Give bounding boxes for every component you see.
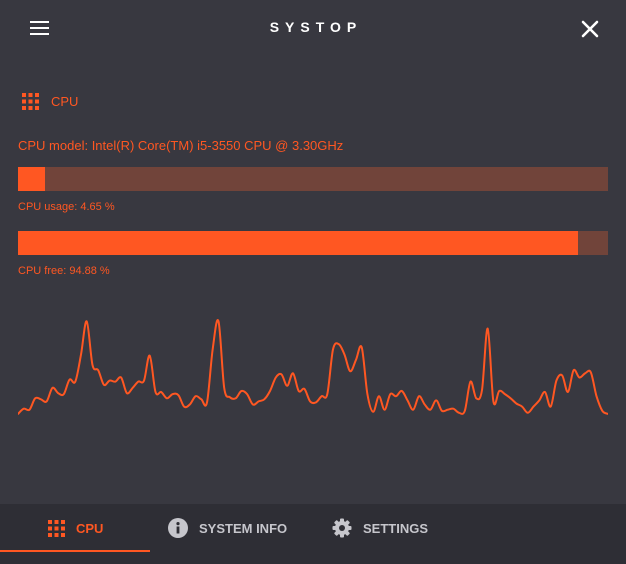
cpu-free-label: CPU free: 94.88 %: [18, 265, 110, 277]
bottom-navigation: CPU SYSTEM INFO SETTINGS: [0, 504, 626, 564]
cpu-free-bar: [18, 231, 608, 255]
tab-settings[interactable]: SETTINGS: [332, 504, 428, 552]
cpu-usage-bar: [18, 167, 608, 191]
cpu-history-chart: [18, 319, 608, 415]
info-icon: [168, 518, 188, 538]
tab-settings-label: SETTINGS: [363, 520, 429, 536]
tab-cpu-label: CPU: [76, 520, 104, 536]
app-header: SYSTOP: [0, 0, 626, 56]
cpu-usage-fill: [18, 167, 46, 191]
grid-apps-icon: [48, 519, 65, 537]
gear-icon: [332, 518, 352, 538]
cpu-model-text: CPU model: Intel(R) Core(TM) i5-3550 CPU…: [18, 138, 344, 153]
app-title: SYSTOP: [269, 19, 363, 35]
section-header: CPU: [22, 92, 78, 110]
cpu-usage-label: CPU usage: 4.65 %: [18, 201, 115, 213]
close-button[interactable]: [578, 17, 602, 41]
tab-system-info-label: SYSTEM INFO: [199, 520, 288, 536]
tab-system-info[interactable]: SYSTEM INFO: [168, 504, 287, 552]
tab-cpu[interactable]: CPU: [48, 504, 103, 552]
section-title: CPU: [51, 93, 79, 109]
close-icon: [581, 20, 599, 38]
active-tab-indicator: [0, 550, 150, 552]
cpu-history-line: [18, 319, 608, 415]
grid-apps-icon: [22, 92, 39, 110]
cpu-free-fill: [18, 231, 578, 255]
